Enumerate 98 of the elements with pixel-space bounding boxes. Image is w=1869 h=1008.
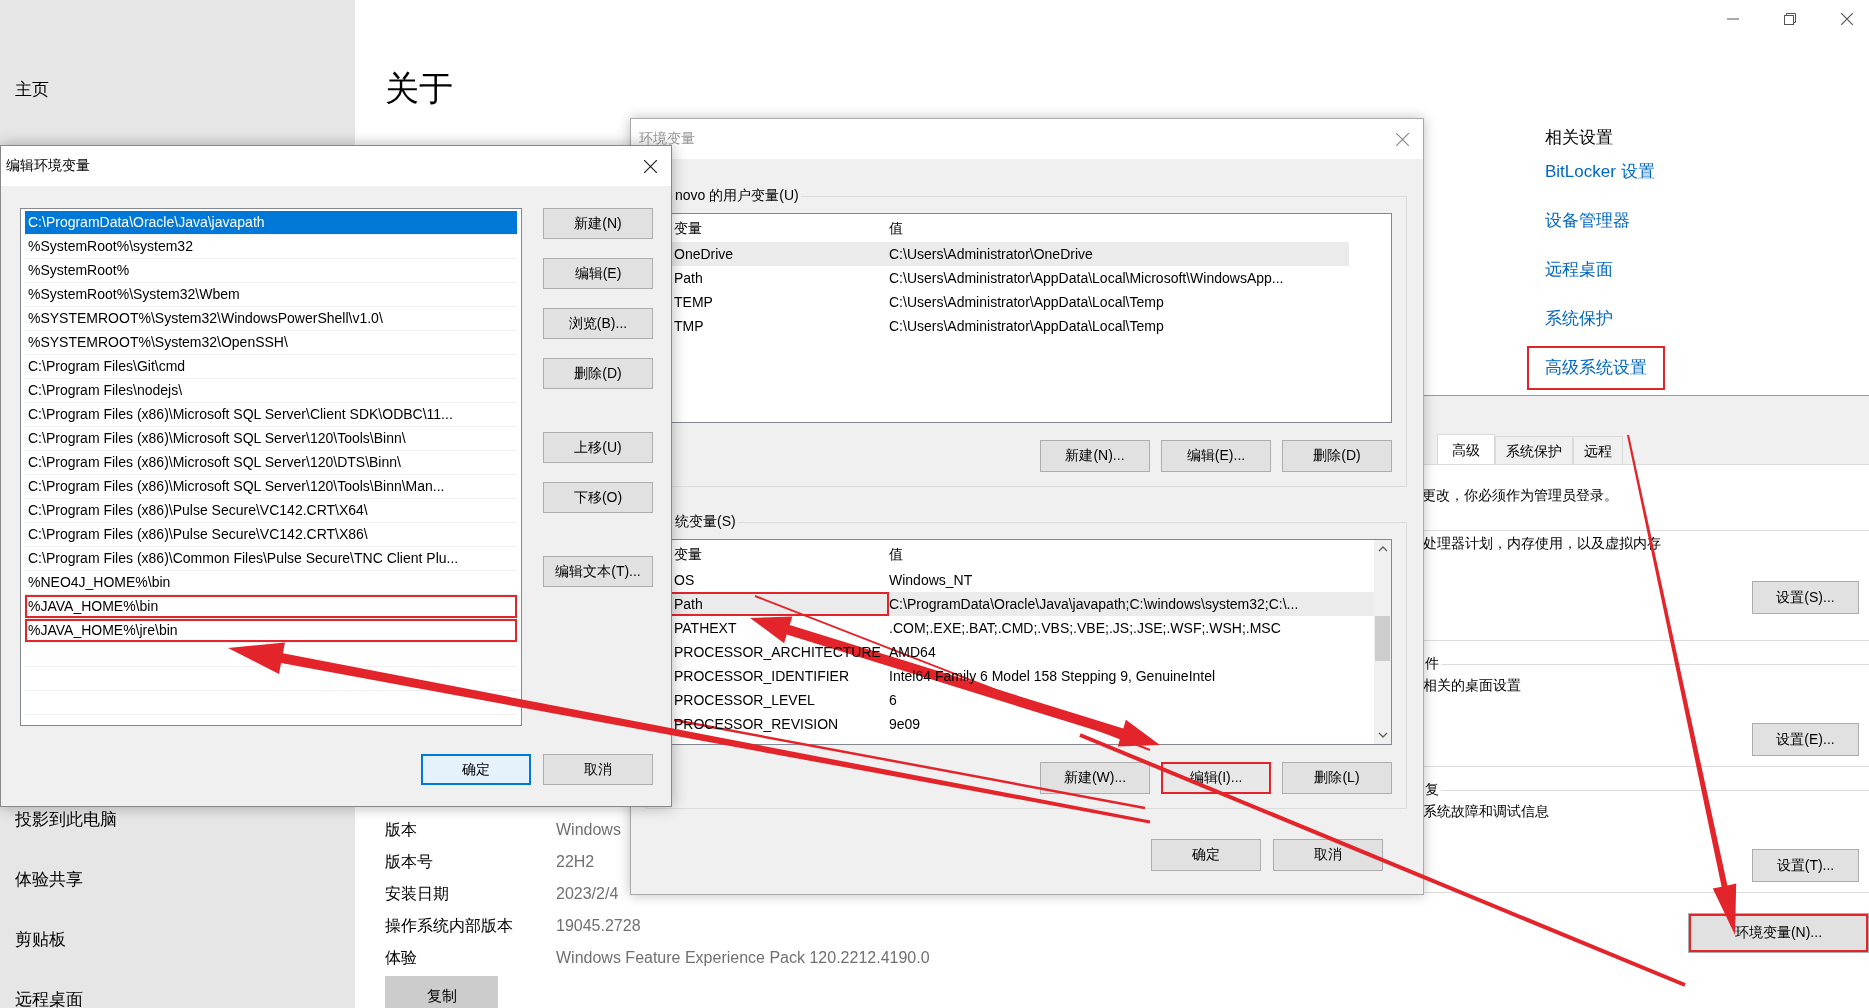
close-icon[interactable] (644, 159, 657, 173)
spec-label: 操作系统内部版本 (385, 916, 514, 936)
window-title: 环境变量 (639, 130, 695, 148)
settings-link[interactable]: 远程桌面 (1527, 248, 1631, 292)
path-entry[interactable]: C:\Program Files (x86)\Microsoft SQL Server\120\Tools\Binn\ (25, 427, 517, 451)
environment-variables-button[interactable]: 环境变量(N)... (1688, 913, 1869, 953)
table-cell-text: C:\Users\Administrator\AppData\Local\Temp (889, 317, 1164, 336)
settings-link[interactable]: 高级系统设置 (1527, 346, 1665, 390)
spec-value: 2023/2/4 (556, 884, 619, 904)
settings-link[interactable]: 系统保护 (1527, 297, 1631, 341)
notice-text: 更改，你必须作为管理员登录。 (1421, 487, 1618, 505)
table-cell-text: C:\ProgramData\Oracle\Java\javapath;C:\windows\system32;C:\... (889, 595, 1299, 614)
table-cell-text: 6 (889, 691, 897, 710)
sidebar-item[interactable]: 体验共享 (15, 850, 83, 910)
restore-icon[interactable] (1784, 13, 1796, 25)
settings-button[interactable]: 设置(E)... (1752, 723, 1859, 756)
dialog-button[interactable]: 编辑(E)... (1161, 440, 1271, 472)
path-entry[interactable]: %SYSTEMROOT%\System32\OpenSSH\ (25, 331, 517, 355)
spec-label: 版本 (385, 820, 418, 840)
page-title: 关于 (385, 68, 453, 109)
dialog-button[interactable]: 新建(N)... (1040, 440, 1150, 472)
dialog-button[interactable]: 新建(W)... (1040, 762, 1150, 794)
path-entry[interactable]: %SystemRoot% (25, 259, 517, 283)
window-title: 编辑环境变量 (6, 157, 90, 175)
tab[interactable]: 高级 (1437, 434, 1495, 464)
spec-label: 安装日期 (385, 884, 450, 904)
scroll-up-icon[interactable] (1377, 546, 1388, 552)
settings-button[interactable]: 设置(T)... (1752, 849, 1859, 882)
table-cell-text: C:\Users\Administrator\AppData\Local\Temp (889, 293, 1164, 312)
path-entry[interactable]: C:\Program Files (x86)\Microsoft SQL Server\Client SDK\ODBC\11... (25, 403, 517, 427)
spec-label: 版本号 (385, 852, 434, 872)
spec-label: 体验 (385, 948, 418, 968)
table-cell-text: 9e09 (889, 715, 921, 734)
dialog-button[interactable]: 编辑(E) (543, 258, 653, 289)
tab[interactable]: 远程 (1573, 436, 1623, 464)
sidebar-item[interactable]: 主页 (15, 60, 49, 120)
dialog-button[interactable]: 取消 (543, 754, 653, 785)
path-entry[interactable]: C:\Program Files (x86)\Microsoft SQL Server\120\Tools\Binn\Man... (25, 475, 517, 499)
path-entry[interactable]: %SystemRoot%\system32 (25, 235, 517, 259)
table-cell-text: TEMP (673, 293, 714, 312)
dialog-button[interactable]: 浏览(B)... (543, 308, 653, 339)
scrollbar[interactable] (1374, 540, 1391, 744)
table-cell-text: .COM;.EXE;.BAT;.CMD;.VBS;.VBE;.JS;.JSE;.WSF;.WSH;.MSC (889, 619, 1281, 638)
dialog-button[interactable]: 删除(L) (1282, 762, 1392, 794)
sidebar-item[interactable]: 远程桌面 (15, 970, 83, 1008)
dialog-button[interactable]: 取消 (1273, 839, 1383, 871)
table-cell-text: TMP (673, 317, 705, 336)
path-entry[interactable]: %NEO4J_HOME%\bin (25, 571, 517, 595)
path-entry[interactable]: %JAVA_HOME%\bin (25, 595, 517, 619)
path-entry[interactable]: C:\Program Files\Git\cmd (25, 355, 517, 379)
settings-link[interactable]: BitLocker 设置 (1527, 150, 1673, 194)
spec-value: 19045.2728 (556, 916, 641, 936)
path-entry[interactable]: C:\Program Files (x86)\Microsoft SQL Server\120\DTS\Binn\ (25, 451, 517, 475)
table-cell-text: C:\Users\Administrator\AppData\Local\Microsoft\WindowsApp... (889, 269, 1284, 288)
dialog-button[interactable]: 删除(D) (543, 358, 653, 389)
scroll-down-icon[interactable] (1377, 732, 1388, 738)
table-cell-text: PROCESSOR_IDENTIFIER (673, 667, 851, 686)
path-entry[interactable]: %JAVA_HOME%\jre\bin (25, 619, 517, 643)
dialog-button[interactable]: 编辑文本(T)... (543, 556, 653, 587)
path-entry[interactable]: C:\Program Files (x86)\Pulse Secure\VC142.CRT\X86\ (25, 523, 517, 547)
group-title: novo 的用户变量(U) (674, 187, 800, 205)
table-cell-text: OS (673, 571, 696, 590)
spec-value: Windows (556, 820, 621, 840)
dialog-button[interactable]: 上移(U) (543, 432, 653, 463)
dialog-button[interactable]: 确定 (421, 754, 531, 785)
table-cell-text: C:\Users\Administrator\OneDrive (889, 245, 1093, 264)
spec-value: 22H2 (556, 852, 595, 872)
dialog-button[interactable]: 新建(N) (543, 208, 653, 239)
group-title: 统变量(S) (674, 513, 737, 531)
dialog-button[interactable]: 下移(O) (543, 482, 653, 513)
table-cell-text: Path (673, 269, 704, 288)
sidebar-item[interactable]: 剪贴板 (15, 910, 66, 970)
group-description: 相关的桌面设置 (1423, 677, 1521, 695)
path-entry[interactable]: C:\Program Files\nodejs\ (25, 379, 517, 403)
path-entry[interactable]: %SystemRoot%\System32\Wbem (25, 283, 517, 307)
path-entry[interactable]: %SYSTEMROOT%\System32\WindowsPowerShell\v1.0\ (25, 307, 517, 331)
dialog-button[interactable]: 确定 (1151, 839, 1261, 871)
tab[interactable]: 系统保护 (1495, 436, 1573, 464)
table-cell-text: PROCESSOR_LEVEL (673, 691, 816, 710)
section-title: 相关设置 (1545, 127, 1613, 149)
copy-button[interactable]: 复制 (385, 976, 498, 1008)
group-title: 复 (1424, 781, 1440, 799)
column-header[interactable]: 值 (889, 540, 903, 568)
dialog-button[interactable]: 删除(D) (1282, 440, 1392, 472)
settings-button[interactable]: 设置(S)... (1752, 581, 1859, 614)
group-title: 件 (1424, 655, 1440, 673)
settings-link[interactable]: 设备管理器 (1527, 199, 1648, 243)
path-entry[interactable]: C:\ProgramData\Oracle\Java\javapath (25, 211, 517, 235)
scrollbar-thumb[interactable] (1375, 616, 1390, 661)
table-cell-text: PATHEXT (673, 619, 738, 638)
path-entry[interactable]: C:\Program Files (x86)\Pulse Secure\VC142.CRT\X64\ (25, 499, 517, 523)
spec-value: Windows Feature Experience Pack 120.2212.4190.0 (556, 948, 930, 968)
group-description: 系统故障和调试信息 (1423, 803, 1549, 821)
path-entry[interactable]: C:\Program Files (x86)\Common Files\Pulse Secure\TNC Client Plu... (25, 547, 517, 571)
column-header[interactable]: 值 (889, 214, 903, 242)
table-cell-text: Windows_NT (889, 571, 973, 590)
table-cell-text: OneDrive (673, 245, 735, 264)
close-icon[interactable] (1841, 13, 1853, 25)
